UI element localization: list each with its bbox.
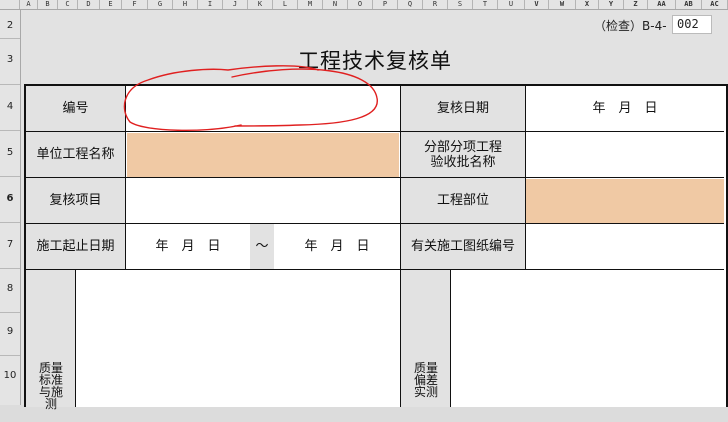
row-divider bbox=[0, 176, 20, 177]
quality-standard-label: 质量标准与施测 bbox=[38, 361, 63, 411]
row-divider bbox=[0, 38, 20, 39]
row-header[interactable]: 10 bbox=[0, 370, 20, 381]
column-header[interactable]: K bbox=[248, 0, 273, 9]
unit-project-name-input[interactable] bbox=[127, 133, 399, 177]
row-divider bbox=[0, 222, 20, 223]
end-date-input[interactable]: 年 月 日 bbox=[274, 224, 400, 269]
column-header[interactable]: E bbox=[100, 0, 122, 9]
sub-project-name-label-line2: 验收批名称 bbox=[430, 154, 496, 170]
row-header[interactable]: 6 bbox=[0, 193, 20, 204]
column-header[interactable]: X bbox=[576, 0, 599, 9]
row-divider bbox=[0, 130, 20, 131]
drawing-number-label: 有关施工图纸编号 bbox=[410, 239, 515, 254]
column-header[interactable]: C bbox=[58, 0, 78, 9]
review-item-label: 复核项目 bbox=[49, 193, 102, 208]
form-code-value[interactable]: 002 bbox=[672, 15, 712, 34]
row-header-bar: 2 3 4 5 6 7 8 9 10 bbox=[0, 10, 21, 405]
date-separator: ～ bbox=[255, 239, 269, 254]
number-input[interactable] bbox=[126, 86, 400, 131]
column-header[interactable]: H bbox=[173, 0, 198, 9]
form-code-label: （检查）B-4- bbox=[594, 19, 667, 33]
start-date-input[interactable]: 年 月 日 bbox=[126, 224, 250, 269]
column-header[interactable]: I bbox=[198, 0, 223, 9]
column-header[interactable]: V bbox=[525, 0, 549, 9]
column-header[interactable]: U bbox=[498, 0, 525, 9]
column-header[interactable]: J bbox=[223, 0, 248, 9]
review-item-input[interactable] bbox=[126, 178, 400, 223]
row-header[interactable]: 2 bbox=[0, 20, 20, 31]
column-header[interactable]: R bbox=[423, 0, 448, 9]
column-header[interactable]: G bbox=[148, 0, 173, 9]
number-label: 编号 bbox=[62, 101, 89, 116]
quality-deviation-label: 质量偏差实测 bbox=[413, 361, 438, 399]
construction-dates-label: 施工起止日期 bbox=[36, 239, 115, 254]
column-header[interactable]: S bbox=[448, 0, 473, 9]
row-divider bbox=[0, 84, 20, 85]
project-location-label: 工程部位 bbox=[436, 193, 489, 208]
column-header[interactable]: P bbox=[373, 0, 398, 9]
select-all-corner[interactable] bbox=[0, 0, 20, 9]
column-header[interactable]: W bbox=[549, 0, 576, 9]
row-header[interactable]: 9 bbox=[0, 326, 20, 337]
sub-project-name-label: 分部分项工程 验收批名称 bbox=[401, 132, 525, 177]
column-header[interactable]: T bbox=[473, 0, 498, 9]
column-header[interactable]: B bbox=[38, 0, 58, 9]
column-header[interactable]: N bbox=[323, 0, 348, 9]
row-header[interactable]: 5 bbox=[0, 147, 20, 158]
column-header[interactable]: O bbox=[348, 0, 373, 9]
column-header[interactable]: AB bbox=[676, 0, 702, 9]
quality-standard-input[interactable] bbox=[76, 270, 400, 407]
column-header[interactable]: M bbox=[298, 0, 323, 9]
row-header[interactable]: 4 bbox=[0, 101, 20, 112]
form-title: 工程技术复核单 bbox=[298, 49, 452, 73]
row-divider bbox=[0, 312, 20, 313]
review-date-input[interactable]: 年 月 日 bbox=[526, 86, 724, 131]
row-header[interactable]: 3 bbox=[0, 54, 20, 65]
review-form-table: 编号 复核日期 年 月 日 单位工程名称 分部分项工程 验收批名称 复核项目 工… bbox=[24, 84, 728, 410]
column-header[interactable]: AA bbox=[648, 0, 676, 9]
row-divider bbox=[0, 268, 20, 269]
sub-project-name-label-line1: 分部分项工程 bbox=[423, 139, 502, 155]
column-header[interactable]: F bbox=[122, 0, 148, 9]
column-header[interactable]: Z bbox=[624, 0, 648, 9]
project-location-input[interactable] bbox=[526, 179, 724, 223]
row-header[interactable]: 8 bbox=[0, 283, 20, 294]
drawing-number-input[interactable] bbox=[526, 224, 724, 269]
column-header[interactable]: Q bbox=[398, 0, 423, 9]
column-header[interactable]: AC bbox=[702, 0, 728, 9]
sub-project-name-input[interactable] bbox=[526, 132, 724, 177]
column-header[interactable]: A bbox=[20, 0, 38, 9]
column-header[interactable]: Y bbox=[599, 0, 624, 9]
unit-project-name-label: 单位工程名称 bbox=[36, 147, 115, 162]
column-header-bar: A B C D E F G H I J K L M N O P Q R S T … bbox=[0, 0, 728, 10]
review-date-label: 复核日期 bbox=[436, 101, 489, 116]
row-divider bbox=[0, 355, 20, 356]
row-header[interactable]: 7 bbox=[0, 239, 20, 250]
column-header[interactable]: L bbox=[273, 0, 298, 9]
column-header[interactable]: D bbox=[78, 0, 100, 9]
quality-deviation-input[interactable] bbox=[451, 270, 724, 407]
